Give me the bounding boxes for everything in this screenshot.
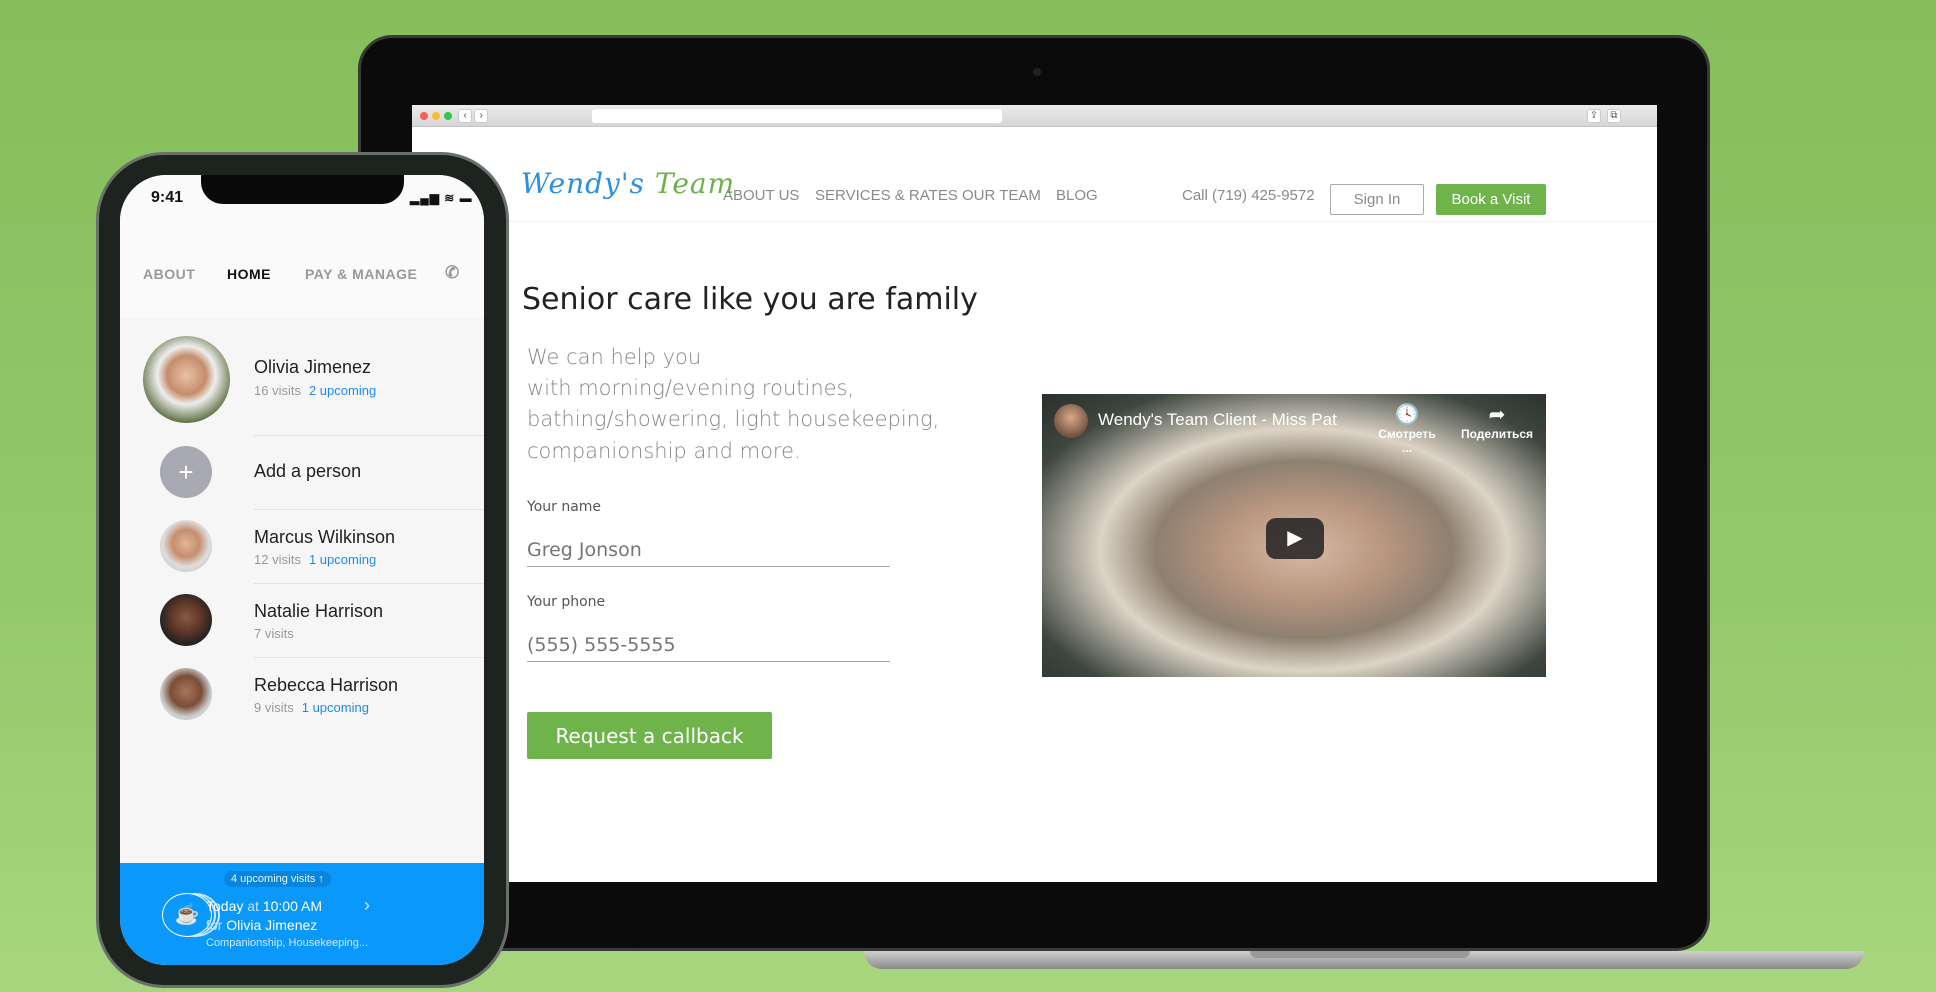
person-name[interactable]: Marcus Wilkinson: [254, 527, 395, 548]
watch-later-button[interactable]: 🕓 Смотреть ...: [1372, 402, 1442, 455]
sign-in-button[interactable]: Sign In: [1330, 184, 1424, 215]
phone-call-icon[interactable]: ✆: [445, 263, 460, 283]
clock-icon: 🕓: [1394, 404, 1420, 426]
visits-count: 16 visits: [254, 383, 301, 398]
visits-count: 12 visits: [254, 552, 301, 567]
maximize-dot[interactable]: [444, 112, 452, 120]
phone-label: Your phone: [527, 594, 606, 610]
status-time: 9:41: [151, 189, 184, 206]
webcam: [1033, 68, 1041, 76]
share-icon: ➦: [1488, 404, 1506, 426]
intro-line: bathing/showering, light housekeeping,: [527, 407, 940, 431]
divider: [254, 509, 484, 510]
nav-blog[interactable]: BLOG: [1056, 187, 1098, 204]
avatar[interactable]: [160, 520, 212, 572]
nav-services-rates[interactable]: SERVICES & RATES: [815, 187, 958, 204]
status-icons: ▂▄▆ ≋ ▬: [410, 191, 473, 205]
intro-line: with morning/evening routines,: [527, 376, 855, 400]
upcoming-link[interactable]: 1 upcoming: [302, 700, 369, 715]
divider: [254, 435, 484, 436]
call-phone[interactable]: Call (719) 425-9572: [1182, 187, 1315, 204]
back-button[interactable]: ‹: [458, 109, 472, 123]
laptop-lip: [1250, 951, 1470, 958]
intro-line: We can help you: [527, 345, 702, 369]
forward-button[interactable]: ›: [474, 109, 488, 123]
at-label: at: [247, 898, 259, 914]
tabs-icon[interactable]: ⧉: [1607, 109, 1621, 123]
person-visits: 16 visits 2 upcoming: [254, 383, 376, 398]
close-dot[interactable]: [420, 112, 428, 120]
book-visit-button[interactable]: Book a Visit: [1436, 184, 1546, 215]
logo-first: Wendy's: [521, 167, 645, 200]
divider: [254, 657, 484, 658]
add-person-icon[interactable]: +: [160, 446, 212, 498]
browser-window: ‹ › ⇪ ⧉ Wendy's Team ABOUT US SERVICES &…: [412, 105, 1657, 882]
chevron-right-icon[interactable]: ›: [364, 895, 370, 916]
tab-pay-manage[interactable]: PAY & MANAGE: [305, 266, 417, 282]
address-bar[interactable]: [592, 109, 1002, 123]
browser-toolbar: ‹ › ⇪ ⧉: [412, 105, 1657, 127]
intro-line: companionship and more.: [527, 439, 801, 463]
person-name[interactable]: Natalie Harrison: [254, 601, 383, 622]
person-name[interactable]: Rebecca Harrison: [254, 675, 398, 696]
share-label: Поделиться: [1460, 427, 1534, 441]
channel-avatar[interactable]: [1054, 404, 1088, 438]
tab-about[interactable]: ABOUT: [143, 266, 195, 282]
for-label: for: [206, 917, 223, 933]
upcoming-visit-card[interactable]: 4 upcoming visits ↑ ☕ Today at 10:00 AM …: [120, 863, 484, 965]
nav-about-us[interactable]: ABOUT US: [723, 187, 799, 204]
visit-person: Olivia Jimenez: [226, 917, 318, 933]
site-header: Wendy's Team ABOUT US SERVICES & RATES O…: [412, 127, 1657, 222]
video-player[interactable]: Wendy's Team Client - Miss Pat 🕓 Смотрет…: [1042, 394, 1546, 677]
tab-home[interactable]: HOME: [227, 266, 271, 282]
phone-screen: 9:41 ▂▄▆ ≋ ▬ ABOUT HOME PAY & MANAGE ✆ O…: [120, 175, 484, 965]
visit-day: Today: [206, 898, 244, 914]
phone-input[interactable]: [527, 628, 890, 662]
name-input[interactable]: [527, 533, 890, 567]
divider: [254, 583, 484, 584]
page-title: Senior care like you are family: [522, 282, 978, 317]
notch: [201, 175, 404, 204]
video-title[interactable]: Wendy's Team Client - Miss Pat: [1098, 410, 1337, 430]
avatar[interactable]: [160, 668, 212, 720]
watch-later-label: Смотреть ...: [1378, 427, 1436, 455]
name-label: Your name: [527, 499, 602, 515]
minimize-dot[interactable]: [432, 112, 440, 120]
request-callback-button[interactable]: Request a callback: [527, 712, 772, 759]
nav-our-team[interactable]: OUR TEAM: [962, 187, 1041, 204]
upcoming-link[interactable]: 2 upcoming: [309, 383, 376, 398]
visit-services: Companionship, Housekeeping...: [206, 937, 369, 949]
upcoming-link[interactable]: 1 upcoming: [309, 552, 376, 567]
share-icon[interactable]: ⇪: [1587, 109, 1601, 123]
upcoming-visits-badge[interactable]: 4 upcoming visits ↑: [224, 871, 331, 887]
logo[interactable]: Wendy's Team: [521, 167, 735, 200]
visits-count: 9 visits: [254, 700, 294, 715]
visit-time: 10:00 AM: [262, 898, 322, 914]
visits-count: 7 visits: [254, 626, 294, 641]
avatar[interactable]: [143, 336, 230, 423]
add-person-label[interactable]: Add a person: [254, 461, 361, 482]
share-button[interactable]: ➦ Поделиться: [1452, 402, 1542, 441]
coffee-cup-icon: ☕: [162, 893, 212, 937]
person-name[interactable]: Olivia Jimenez: [254, 357, 371, 378]
avatar[interactable]: [160, 594, 212, 646]
play-icon[interactable]: ▶: [1266, 518, 1324, 559]
